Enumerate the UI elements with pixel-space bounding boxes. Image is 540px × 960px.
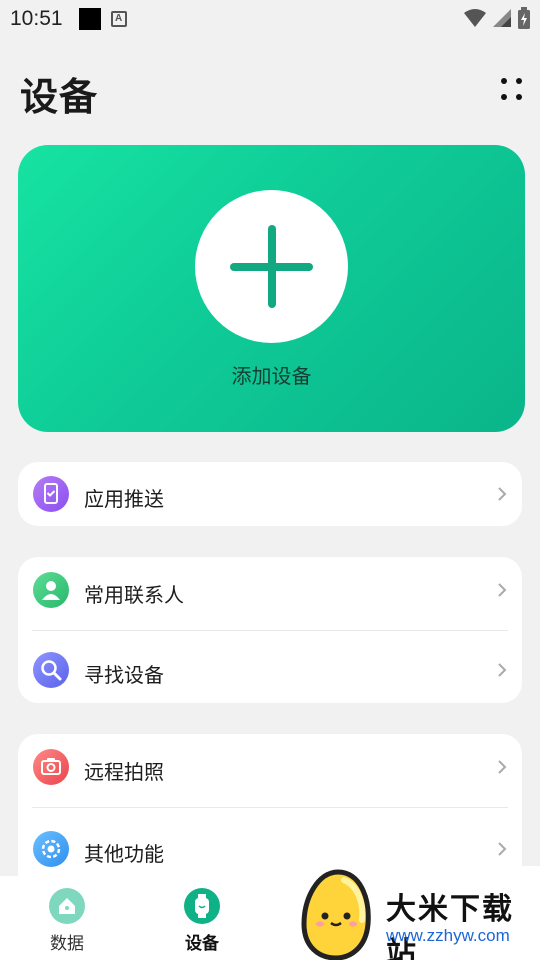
notification-icon [78, 8, 101, 30]
tab-label: 数据 [50, 934, 84, 954]
chevron-right-icon [498, 760, 507, 774]
more-dot [516, 94, 522, 100]
contacts-icon [33, 572, 69, 608]
tab-device[interactable]: 设备 [167, 888, 237, 954]
watermark: 大米下载站 www.zzhyw.com [296, 866, 540, 960]
page-title: 设备 [20, 75, 99, 119]
watermark-title: 大米下载站 [386, 892, 514, 960]
tab-data[interactable]: 数据 [32, 888, 102, 954]
list-item-contacts[interactable]: 常用联系人 [18, 557, 522, 630]
list-item-label: 远程拍照 [84, 760, 164, 784]
mascot-logo [301, 869, 371, 960]
remote-camera-icon [33, 749, 69, 785]
more-options-button[interactable] [494, 72, 534, 112]
list-item-label: 应用推送 [84, 487, 164, 511]
list-item-label: 寻找设备 [84, 663, 164, 687]
more-dot [501, 78, 507, 84]
more-dot [501, 94, 507, 100]
plus-icon [268, 225, 276, 308]
status-time: 10:51 [10, 7, 63, 30]
menu-group-contacts: 常用联系人 寻找设备 [18, 557, 522, 703]
list-item-find-device[interactable]: 寻找设备 [18, 630, 522, 703]
list-item-app-push[interactable]: 应用推送 [18, 462, 522, 526]
wifi-icon [464, 9, 486, 27]
add-device-button[interactable] [195, 190, 348, 343]
status-bar: 10:51 A [0, 0, 540, 38]
signal-icon [493, 9, 511, 27]
keyboard-notification-icon: A [110, 11, 127, 27]
other-functions-icon [33, 831, 69, 867]
watermark-url: www.zzhyw.com [386, 926, 510, 945]
list-item-label: 其他功能 [84, 842, 164, 866]
battery-icon [518, 7, 530, 29]
more-dot [516, 78, 522, 84]
menu-group-push: 应用推送 [18, 462, 522, 526]
add-device-label: 添加设备 [231, 364, 312, 388]
list-item-label: 常用联系人 [84, 583, 184, 607]
watch-icon [184, 888, 220, 924]
chevron-right-icon [498, 842, 507, 856]
list-item-remote-camera[interactable]: 远程拍照 [18, 734, 522, 807]
find-device-icon [33, 652, 69, 688]
app-push-icon [33, 476, 69, 512]
status-icons [464, 7, 530, 29]
chevron-right-icon [498, 487, 507, 501]
tab-label: 设备 [185, 934, 219, 954]
chevron-right-icon [498, 663, 507, 677]
home-icon [49, 888, 85, 924]
chevron-right-icon [498, 583, 507, 597]
